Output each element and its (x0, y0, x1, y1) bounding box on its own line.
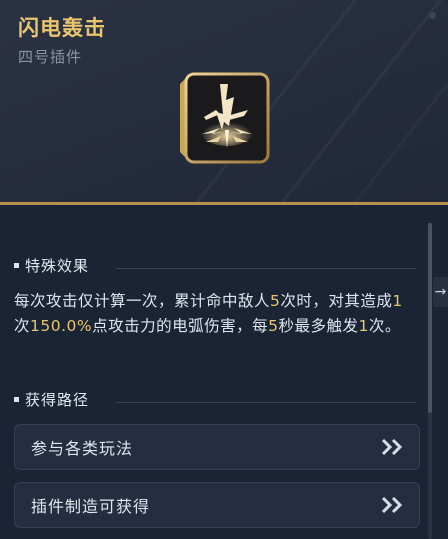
lightning-strike-icon (180, 72, 270, 164)
double-chevron-right-icon (381, 496, 403, 514)
effect-section-title: 特殊效果 (14, 255, 89, 276)
section-divider (116, 402, 416, 403)
double-chevron-right-icon (381, 438, 403, 456)
bullet-icon (14, 263, 19, 268)
scrollbar-thumb[interactable] (428, 223, 432, 413)
bullet-icon (14, 397, 19, 402)
effect-description: 每次攻击仅计算一次，累计命中敌人5次时，对其造成1次150.0%点攻击力的电弧伤… (14, 292, 403, 335)
acquire-section-title: 获得路径 (14, 389, 89, 410)
header-dot (429, 12, 436, 19)
item-title: 闪电轰击 (18, 16, 106, 40)
item-header: 闪电轰击 四号插件 (0, 0, 448, 205)
item-subtitle: 四号插件 (18, 48, 83, 66)
item-detail-panel: → 特殊效果 每次攻击仅计算一次，累计命中敌人5次时，对其造成1次150.0%点… (0, 205, 448, 539)
acquire-path-item[interactable]: 插件制造可获得 (14, 482, 420, 528)
expand-arrow-icon[interactable]: → (433, 277, 448, 307)
section-divider (116, 268, 416, 269)
acquire-path-item[interactable]: 参与各类玩法 (14, 424, 420, 470)
